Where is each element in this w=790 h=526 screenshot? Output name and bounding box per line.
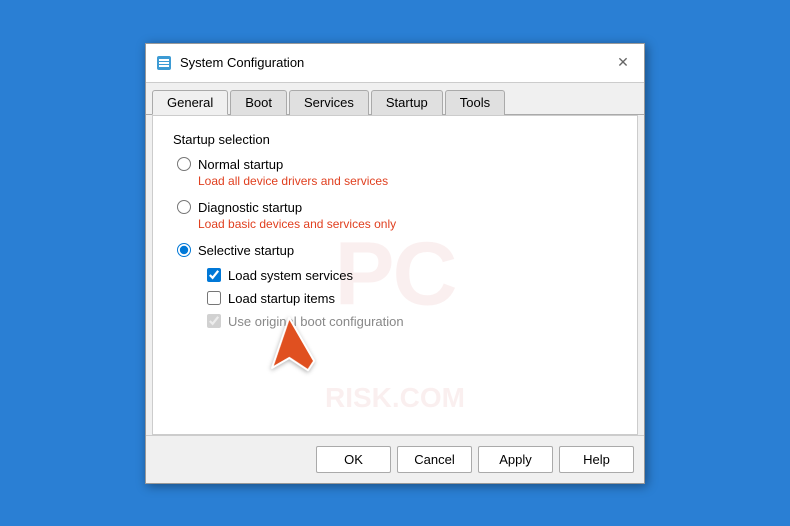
selective-startup-label: Selective startup xyxy=(198,243,294,258)
normal-startup-desc: Load all device drivers and services xyxy=(198,174,617,188)
content-inner: Startup selection Normal startup Load al… xyxy=(173,132,617,329)
help-button[interactable]: Help xyxy=(559,446,634,473)
tab-general[interactable]: General xyxy=(152,90,228,115)
tab-startup[interactable]: Startup xyxy=(371,90,443,115)
app-icon xyxy=(156,55,172,71)
selective-options-group: Load system services Load startup items … xyxy=(207,268,617,329)
tabs-bar: General Boot Services Startup Tools xyxy=(146,83,644,115)
watermark-text: RISK.COM xyxy=(325,382,465,414)
diagnostic-startup-row[interactable]: Diagnostic startup xyxy=(177,200,617,215)
footer: OK Cancel Apply Help xyxy=(146,435,644,483)
load-startup-items-row[interactable]: Load startup items xyxy=(207,291,617,306)
diagnostic-startup-label: Diagnostic startup xyxy=(198,200,302,215)
system-configuration-dialog: System Configuration ✕ General Boot Serv… xyxy=(145,43,645,484)
load-system-services-row[interactable]: Load system services xyxy=(207,268,617,283)
title-bar-text: System Configuration xyxy=(180,55,612,70)
use-original-boot-checkbox[interactable] xyxy=(207,314,221,328)
use-original-boot-row[interactable]: Use original boot configuration xyxy=(207,314,617,329)
selective-startup-row[interactable]: Selective startup xyxy=(177,243,617,258)
use-original-boot-label: Use original boot configuration xyxy=(228,314,404,329)
normal-startup-label: Normal startup xyxy=(198,157,283,172)
ok-button[interactable]: OK xyxy=(316,446,391,473)
diagnostic-startup-radio[interactable] xyxy=(177,200,191,214)
load-startup-items-label: Load startup items xyxy=(228,291,335,306)
diagnostic-startup-item: Diagnostic startup Load basic devices an… xyxy=(177,200,617,231)
tab-boot[interactable]: Boot xyxy=(230,90,287,115)
load-system-services-checkbox[interactable] xyxy=(207,268,221,282)
title-bar: System Configuration ✕ xyxy=(146,44,644,83)
startup-radio-group: Normal startup Load all device drivers a… xyxy=(177,157,617,329)
normal-startup-row[interactable]: Normal startup xyxy=(177,157,617,172)
load-startup-items-checkbox[interactable] xyxy=(207,291,221,305)
selective-startup-radio[interactable] xyxy=(177,243,191,257)
normal-startup-radio[interactable] xyxy=(177,157,191,171)
load-system-services-label: Load system services xyxy=(228,268,353,283)
apply-button[interactable]: Apply xyxy=(478,446,553,473)
tab-tools[interactable]: Tools xyxy=(445,90,505,115)
selective-startup-item: Selective startup Load system services L… xyxy=(177,243,617,329)
diagnostic-startup-desc: Load basic devices and services only xyxy=(198,217,617,231)
normal-startup-item: Normal startup Load all device drivers a… xyxy=(177,157,617,188)
content-panel: PC RISK.COM Startup selection Normal sta… xyxy=(152,115,638,435)
cancel-button[interactable]: Cancel xyxy=(397,446,472,473)
section-label: Startup selection xyxy=(173,132,617,147)
close-button[interactable]: ✕ xyxy=(612,52,634,74)
tab-services[interactable]: Services xyxy=(289,90,369,115)
